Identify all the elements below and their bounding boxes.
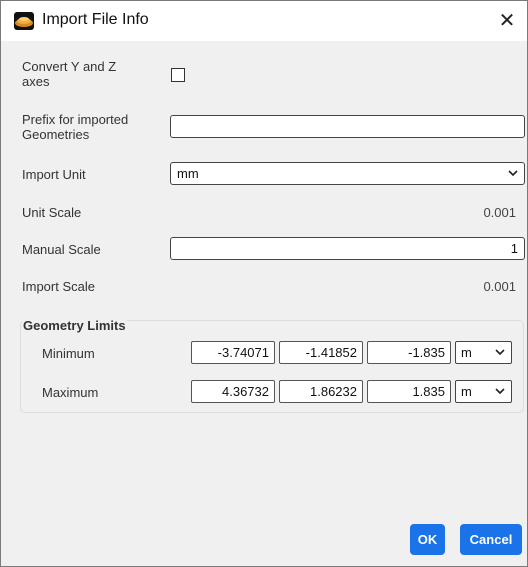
chevron-down-icon — [508, 170, 518, 177]
geometry-limits-title: Geometry Limits — [22, 318, 127, 333]
unit-scale-label: Unit Scale — [22, 205, 82, 220]
chevron-down-icon — [495, 388, 505, 395]
minimum-unit-value: m — [461, 345, 472, 360]
close-icon: ✕ — [498, 10, 516, 32]
import-unit-select[interactable]: mm — [170, 162, 525, 185]
import-file-info-dialog: Import File Info ✕ Convert Y and Z axes … — [0, 0, 528, 567]
maximum-y-input[interactable]: 1.86232 — [279, 380, 363, 403]
manual-scale-label: Manual Scale — [22, 242, 101, 257]
convert-yz-checkbox[interactable] — [171, 68, 185, 82]
manual-scale-input[interactable]: 1 — [170, 237, 525, 260]
unit-scale-value: 0.001 — [483, 205, 516, 220]
maximum-z-input[interactable]: 1.835 — [367, 380, 451, 403]
maximum-x-input[interactable]: 4.36732 — [191, 380, 275, 403]
title-bar: Import File Info ✕ — [1, 1, 527, 41]
minimum-x-input[interactable]: -3.74071 — [191, 341, 275, 364]
import-unit-label: Import Unit — [22, 167, 86, 182]
close-button[interactable]: ✕ — [495, 9, 519, 33]
dialog-title: Import File Info — [42, 11, 149, 28]
ok-button[interactable]: OK — [410, 524, 445, 555]
import-scale-value: 0.001 — [483, 279, 516, 294]
minimum-unit-select[interactable]: m — [455, 341, 512, 364]
app-logo-icon — [14, 12, 34, 30]
minimum-z-input[interactable]: -1.835 — [367, 341, 451, 364]
chevron-down-icon — [495, 349, 505, 356]
dialog-content: Convert Y and Z axes Prefix for imported… — [1, 41, 527, 566]
minimum-y-input[interactable]: -1.41852 — [279, 341, 363, 364]
cancel-button[interactable]: Cancel — [460, 524, 522, 555]
convert-yz-label: Convert Y and Z axes — [22, 59, 117, 89]
import-unit-value: mm — [177, 166, 199, 181]
prefix-label: Prefix for imported Geometries — [22, 112, 129, 142]
prefix-input[interactable] — [170, 115, 525, 138]
minimum-label: Minimum — [42, 346, 95, 361]
maximum-unit-select[interactable]: m — [455, 380, 512, 403]
import-scale-label: Import Scale — [22, 279, 95, 294]
maximum-unit-value: m — [461, 384, 472, 399]
maximum-label: Maximum — [42, 385, 99, 400]
